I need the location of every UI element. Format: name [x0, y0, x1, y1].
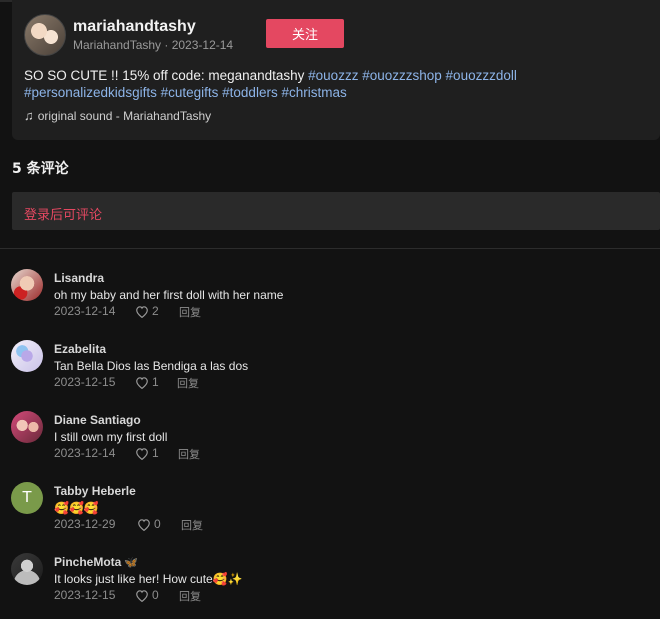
comment-text: oh my baby and her first doll with her n… [54, 288, 284, 302]
author-meta: MariahandTashy · 2023-12-14 [73, 38, 234, 52]
like-button[interactable]: 1 [135, 375, 159, 389]
login-prompt[interactable]: 登录后可评论 [24, 204, 102, 223]
like-count: 1 [152, 446, 159, 460]
comment-date: 2023-12-15 [54, 588, 116, 602]
hashtag-link[interactable]: #ouozzzshop [362, 68, 442, 83]
like-count: 0 [152, 588, 159, 602]
like-button[interactable]: 0 [135, 588, 159, 602]
login-to-comment-bar[interactable]: 登录后可评论 [12, 192, 660, 230]
comment-author[interactable]: Ezabelita [54, 342, 106, 356]
comment-item: Diane Santiago I still own my first doll… [0, 411, 660, 477]
author-avatar[interactable] [24, 14, 66, 56]
comment-text: 🥰🥰🥰 [54, 501, 99, 515]
comment-item: Lisandra oh my baby and her first doll w… [0, 269, 660, 335]
hashtag-link[interactable]: #toddlers [222, 85, 278, 100]
hashtag-link[interactable]: #ouozzzdoll [446, 68, 517, 83]
hashtag-link[interactable]: #personalizedkidsgifts [24, 85, 157, 100]
divider [0, 248, 660, 249]
like-count: 1 [152, 375, 159, 389]
caption-text: SO SO CUTE !! 15% off code: meganandtash… [24, 68, 309, 83]
comment-text: I still own my first doll [54, 430, 168, 444]
comment-item: Ezabelita Tan Bella Dios las Bendiga a l… [0, 340, 660, 406]
heart-icon [136, 305, 148, 318]
music-note-icon: ♫ [24, 108, 34, 123]
avatar[interactable]: T [11, 482, 43, 514]
sound-text: original sound - MariahandTashy [37, 109, 212, 123]
reply-button[interactable]: 回复 [179, 588, 201, 604]
comment-author-name: PincheMota [54, 555, 122, 569]
comment-date: 2023-12-29 [54, 517, 116, 531]
post-info-card: mariahandtashy MariahandTashy · 2023-12-… [12, 0, 660, 140]
hashtag-link[interactable]: #ouozzz [308, 68, 358, 83]
hashtag-link[interactable]: #cutegifts [161, 85, 219, 100]
comment-date: 2023-12-14 [54, 304, 116, 318]
sound-link[interactable]: ♫ original sound - MariahandTashy [24, 108, 211, 123]
like-count: 0 [154, 517, 161, 531]
post-caption: SO SO CUTE !! 15% off code: meganandtash… [24, 67, 584, 101]
comments-count: 5 条评论 [12, 161, 69, 177]
like-button[interactable]: 0 [137, 517, 161, 531]
avatar[interactable] [11, 411, 43, 443]
like-count: 2 [152, 304, 159, 318]
hashtag-link[interactable]: #christmas [281, 85, 346, 100]
follow-button[interactable]: 关注 [266, 19, 344, 48]
reply-button[interactable]: 回复 [181, 517, 203, 533]
reply-button[interactable]: 回复 [177, 375, 199, 391]
comment-item: T Tabby Heberle 🥰🥰🥰 2023-12-29 0 回复 [0, 482, 660, 548]
avatar[interactable] [11, 269, 43, 301]
like-button[interactable]: 2 [135, 304, 159, 318]
heart-icon [136, 589, 148, 602]
comment-text: It looks just like her! How cute🥰✨ [54, 572, 243, 586]
heart-icon [136, 376, 148, 389]
author-name[interactable]: mariahandtashy [73, 18, 196, 36]
heart-icon [138, 518, 150, 531]
comment-date: 2023-12-14 [54, 446, 116, 460]
comment-author[interactable]: Diane Santiago [54, 413, 141, 427]
reply-button[interactable]: 回复 [179, 304, 201, 320]
comment-author[interactable]: Lisandra [54, 271, 104, 285]
comment-author[interactable]: PincheMota 🦋 [54, 555, 138, 569]
comment-date: 2023-12-15 [54, 375, 116, 389]
avatar[interactable] [11, 553, 43, 585]
reply-button[interactable]: 回复 [178, 446, 200, 462]
comment-author[interactable]: Tabby Heberle [54, 484, 136, 498]
heart-icon [136, 447, 148, 460]
comment-text: Tan Bella Dios las Bendiga a las dos [54, 359, 249, 373]
avatar[interactable] [11, 340, 43, 372]
like-button[interactable]: 1 [135, 446, 159, 460]
butterfly-icon: 🦋 [124, 557, 139, 569]
comment-item: PincheMota 🦋 It looks just like her! How … [0, 553, 660, 619]
